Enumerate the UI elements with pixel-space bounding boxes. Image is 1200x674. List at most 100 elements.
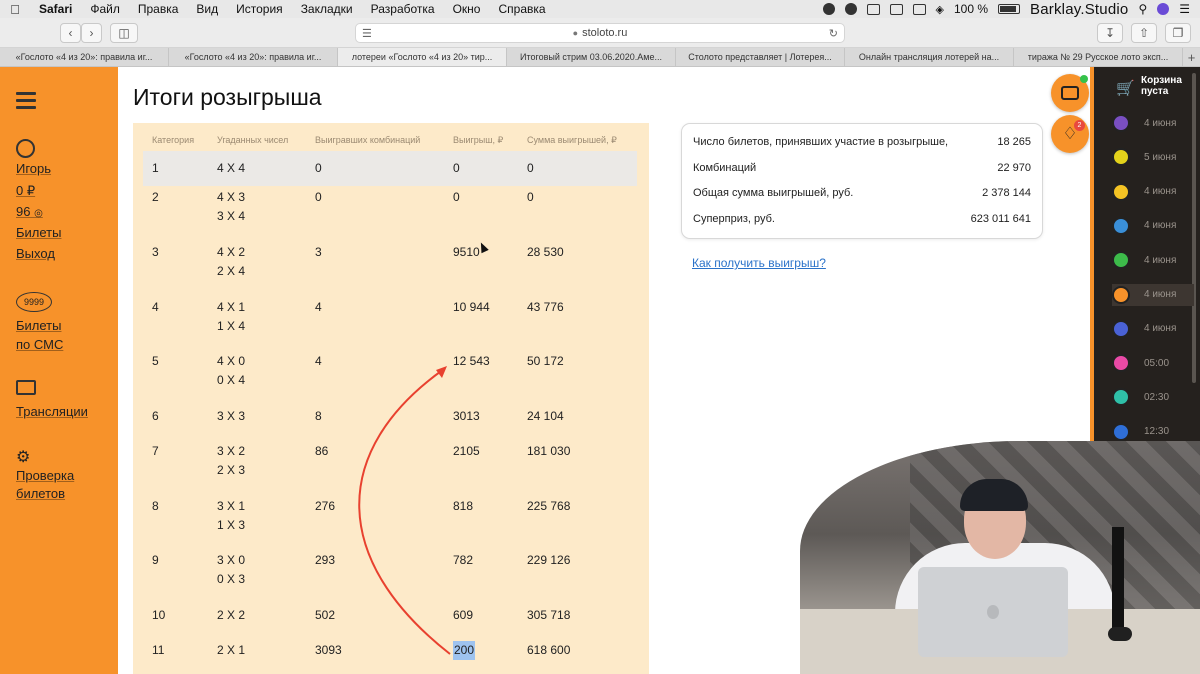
- sidebar-broadcasts[interactable]: Трансляции: [16, 404, 88, 419]
- back-button[interactable]: ‹: [60, 23, 81, 43]
- menu-history[interactable]: История: [227, 2, 292, 16]
- guessed-combo: 2 X 4: [217, 264, 246, 278]
- cell-category: 1: [152, 161, 159, 175]
- sidebar-user-name[interactable]: Игорь: [16, 161, 51, 176]
- menu-view[interactable]: Вид: [187, 2, 227, 16]
- sidebar-logout[interactable]: Выход: [16, 246, 55, 261]
- forward-button[interactable]: ›: [81, 23, 102, 43]
- browser-tab-2[interactable]: «Гослото «4 из 20»: правила иг...: [169, 48, 338, 66]
- notifications-button[interactable]: ♢ 2: [1051, 115, 1089, 153]
- draw-summary-box: Число билетов, принявших участие в розыг…: [681, 123, 1043, 239]
- creative-cloud-icon[interactable]: [844, 3, 857, 15]
- table-row: 2 4 X 3 3 X 4 0 0 0: [143, 186, 637, 238]
- sidebar-check-tickets-line2[interactable]: билетов: [16, 486, 65, 501]
- cart-lottery-item[interactable]: 4 июня: [1112, 215, 1194, 237]
- apple-logo-icon: [987, 605, 999, 619]
- lock-icon: ●: [572, 28, 579, 38]
- sidebar-sms-tickets-line2[interactable]: по СМС: [16, 337, 63, 352]
- cart-lottery-item[interactable]: 12:30: [1112, 421, 1194, 443]
- guessed-combo: 3 X 3: [217, 409, 246, 423]
- cart-lottery-item[interactable]: 4 июня: [1112, 249, 1194, 271]
- summary-value: 2 378 144: [982, 187, 1031, 199]
- cart-lottery-item[interactable]: 4 июня: [1112, 318, 1194, 340]
- cell-category: 2: [152, 190, 159, 204]
- cart-lottery-item[interactable]: 4 июня: [1112, 181, 1194, 203]
- menu-develop[interactable]: Разработка: [362, 2, 444, 16]
- sidebar-sms-tickets-line1[interactable]: Билеты: [16, 318, 61, 333]
- how-to-get-prize-link[interactable]: Как получить выигрыш?: [692, 256, 826, 270]
- sidebar-toggle-button[interactable]: ◫: [110, 23, 138, 43]
- downloads-button[interactable]: ↧: [1097, 23, 1123, 43]
- cell-guessed: 3 X 3: [217, 407, 245, 426]
- menu-window[interactable]: Окно: [444, 2, 490, 16]
- reader-icon[interactable]: ☰: [362, 27, 372, 40]
- apple-menu-icon[interactable]: : [0, 2, 30, 17]
- lottery-logo-icon: [1112, 114, 1130, 132]
- lottery-logo-icon: [1112, 422, 1130, 441]
- screen-record-icon[interactable]: [866, 3, 880, 15]
- sidebar-check-tickets-line1[interactable]: Проверка: [16, 468, 74, 483]
- cell-total: 229 126: [527, 553, 571, 567]
- guessed-combo: 3 X 4: [217, 209, 246, 223]
- menu-bookmarks[interactable]: Закладки: [292, 2, 362, 16]
- cart-icon[interactable]: 🛒: [1116, 79, 1135, 97]
- browser-tab-7[interactable]: тиража № 29 Русское лото эксп...: [1014, 48, 1183, 66]
- battery-icon[interactable]: [998, 4, 1021, 14]
- browser-tab-3-active[interactable]: лотереи «Гослото «4 из 20» тир...: [338, 48, 507, 66]
- tab-title: Столото представляет | Лотерея...: [688, 52, 832, 62]
- cell-total: 225 768: [527, 499, 571, 513]
- hamburger-menu-icon[interactable]: [16, 92, 36, 113]
- new-tab-button[interactable]: +: [1183, 48, 1200, 66]
- menu-file[interactable]: Файл: [81, 2, 129, 16]
- table-row: 3 4 X 2 2 X 4 3 9510 28 530: [143, 241, 637, 293]
- tabs-overview-button[interactable]: ❐: [1165, 23, 1191, 43]
- guessed-combo: 1 X 4: [217, 319, 246, 333]
- cart-lottery-item[interactable]: 5 июня: [1112, 146, 1194, 168]
- cell-combos: 3: [315, 245, 322, 259]
- tab-title: Онлайн трансляция лотерей на...: [858, 52, 1000, 62]
- webcam-laptop: [918, 567, 1068, 657]
- input-source-icon[interactable]: [912, 3, 926, 15]
- chat-button[interactable]: [1051, 74, 1089, 112]
- cart-lottery-item[interactable]: 05:00: [1112, 352, 1194, 374]
- sidebar-balance[interactable]: 0 ₽: [16, 183, 35, 199]
- sidebar-tickets[interactable]: Билеты: [16, 225, 61, 240]
- wifi-icon[interactable]: ◈: [936, 3, 944, 16]
- guessed-combo: 2 X 1: [217, 643, 246, 657]
- menu-app-safari[interactable]: Safari: [30, 2, 81, 16]
- summary-value: 623 011 641: [970, 213, 1031, 225]
- guessed-combo: 1 X 3: [217, 518, 246, 532]
- table-row: 11 2 X 1 3093 200 618 600: [143, 639, 637, 672]
- cell-guessed: 4 X 1 1 X 4: [217, 298, 245, 336]
- guessed-combo: 2 X 3: [217, 463, 246, 477]
- menu-help[interactable]: Справка: [489, 2, 554, 16]
- cart-lottery-item[interactable]: 4 июня: [1112, 283, 1194, 306]
- lottery-draw-date: 4 июня: [1144, 117, 1177, 129]
- airplay-icon[interactable]: [889, 3, 903, 15]
- macos-menubar:  Safari Файл Правка Вид История Закладк…: [0, 0, 1200, 18]
- menu-edit[interactable]: Правка: [129, 2, 188, 16]
- browser-tab-4[interactable]: Итоговый стрим 03.06.2020.Аме...: [507, 48, 676, 66]
- siri-icon[interactable]: [1157, 3, 1170, 15]
- cell-category: 4: [152, 300, 159, 314]
- cart-lottery-item[interactable]: 02:30: [1112, 386, 1194, 408]
- browser-tab-5[interactable]: Столото представляет | Лотерея...: [676, 48, 845, 66]
- reload-icon[interactable]: ↻: [829, 27, 838, 40]
- menubar-status-area: ◈ 100 % Barklay.Studio ⚲ ☰: [822, 1, 1200, 18]
- share-button[interactable]: ⇧: [1131, 23, 1157, 43]
- summary-value: 18 265: [997, 136, 1031, 148]
- webcam-overlay: [800, 441, 1200, 674]
- browser-tab-1[interactable]: «Гослото «4 из 20»: правила иг...: [0, 48, 169, 66]
- spotlight-icon[interactable]: ⚲: [1138, 2, 1147, 16]
- cell-prize: 0: [453, 190, 460, 204]
- sidebar-bonus[interactable]: 96 ◎: [16, 204, 43, 219]
- notifications-badge: 2: [1074, 120, 1085, 131]
- control-center-icon[interactable]: ☰: [1179, 2, 1190, 16]
- record-icon[interactable]: [822, 3, 835, 15]
- col-header-combos: Выигравших комбинаций: [315, 135, 421, 145]
- browser-tab-6[interactable]: Онлайн трансляция лотерей на...: [845, 48, 1014, 66]
- address-bar[interactable]: ☰ ● stoloto.ru ↻: [355, 23, 845, 43]
- cart-lottery-item[interactable]: 4 июня: [1112, 112, 1194, 134]
- cell-prize: 9510: [453, 245, 480, 259]
- cell-combos: 276: [315, 499, 336, 513]
